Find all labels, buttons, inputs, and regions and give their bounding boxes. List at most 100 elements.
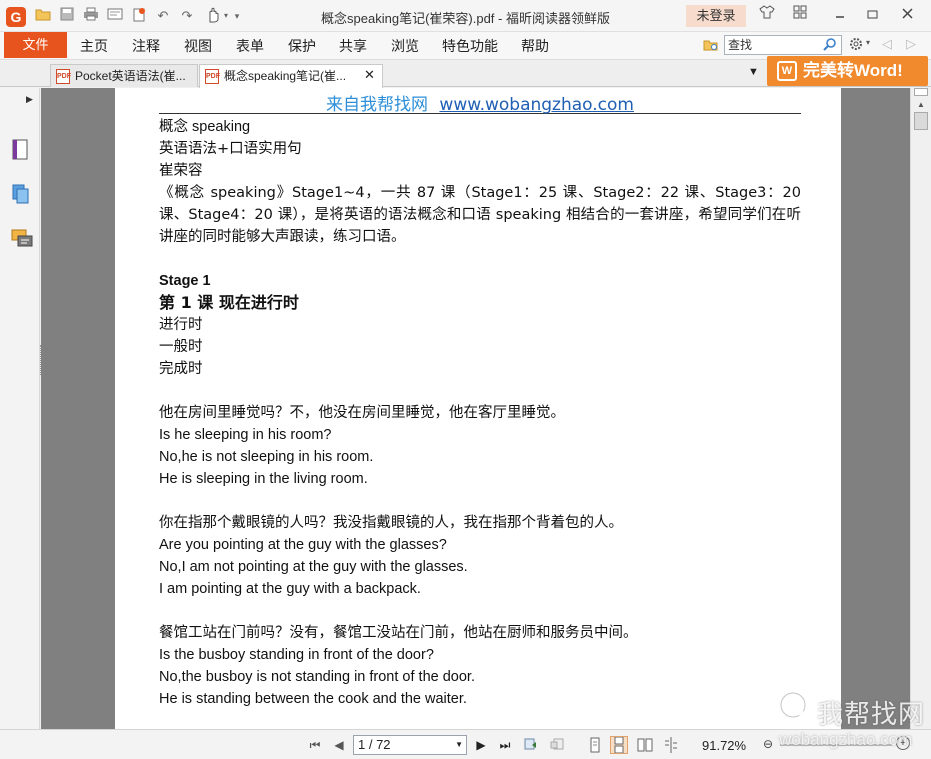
doc-title: 概念 speaking xyxy=(159,119,251,135)
split-handle[interactable] xyxy=(914,88,928,96)
example-chinese: 你在指那个戴眼镜的人吗？我没指戴眼镜的人，我在指那个背着包的人。 xyxy=(159,515,623,531)
folder-search-icon[interactable] xyxy=(703,37,719,53)
example-english: No,he is not sleeping in his room. xyxy=(159,449,374,465)
pdf-file-icon: PDF xyxy=(56,69,71,84)
close-tab-icon[interactable]: ✕ xyxy=(364,67,375,83)
document-viewport[interactable]: 来自我帮找网 www.wobangzhao.com 概念 speaking 英语… xyxy=(41,88,910,729)
doc-author: 崔荣容 xyxy=(159,163,203,179)
tab-list-dropdown-icon[interactable]: ▼ xyxy=(748,66,759,78)
navigation-panel: ▶ xyxy=(0,88,40,759)
convert-label: 完美转Word! xyxy=(803,61,903,80)
status-bar: ⏮ ◀ 1 / 72 ▼ ▶ ⏭ 91.72% ⊖ + xyxy=(0,729,931,759)
convert-to-word-button[interactable]: W 完美转Word! xyxy=(767,56,928,86)
zoom-slider[interactable] xyxy=(780,744,892,746)
facing-view-icon[interactable] xyxy=(636,736,654,754)
page-number-value: 1 / 72 xyxy=(358,737,391,752)
layout-grid-icon[interactable] xyxy=(788,4,812,26)
menu-item-features[interactable]: 特色功能 xyxy=(442,36,498,56)
comments-icon[interactable] xyxy=(11,228,33,252)
title-bar: G ↶ ↷ ▾ ▾ 概念speaking笔记(崔荣容).pdf - 福昕阅读器领… xyxy=(0,0,931,32)
pdf-page: 来自我帮找网 www.wobangzhao.com 概念 speaking 英语… xyxy=(115,88,841,729)
convert-icon: W xyxy=(777,61,797,81)
tab-speaking-notes[interactable]: PDF 概念speaking笔记(崔... xyxy=(199,64,383,88)
continuous-facing-view-icon[interactable] xyxy=(662,736,680,754)
next-view-icon[interactable] xyxy=(548,737,566,753)
previous-view-icon[interactable] xyxy=(522,737,540,753)
pdf-file-icon: PDF xyxy=(205,69,220,84)
first-page-icon[interactable]: ⏮ xyxy=(306,737,324,753)
single-page-view-icon[interactable] xyxy=(586,736,604,754)
layers-icon[interactable] xyxy=(11,183,33,207)
next-page-icon[interactable]: ▶ xyxy=(472,737,490,753)
page-dropdown-icon[interactable]: ▼ xyxy=(455,736,463,754)
login-button[interactable]: 未登录 xyxy=(686,5,746,27)
screen-icon[interactable] xyxy=(106,7,124,25)
tab-label: 概念speaking笔记(崔... xyxy=(224,69,347,83)
quick-access-dropdown-icon[interactable]: ▾ xyxy=(222,7,230,25)
example-english: No,I am not pointing at the guy with the… xyxy=(159,559,468,575)
hand-tool-icon[interactable] xyxy=(204,7,222,25)
previous-page-icon[interactable]: ◀ xyxy=(330,737,348,753)
example-english: He is sleeping in the living room. xyxy=(159,471,368,487)
scroll-thumb[interactable] xyxy=(914,112,928,130)
save-icon[interactable] xyxy=(58,7,76,25)
app-logo[interactable]: G xyxy=(6,7,26,27)
scroll-up-arrow-icon[interactable]: ▲ xyxy=(911,98,931,112)
doc-subtitle: 英语语法+口语实用句 xyxy=(159,141,302,157)
tense-item: 完成时 xyxy=(159,361,203,377)
continuous-view-icon[interactable] xyxy=(610,736,628,754)
example-english: He is standing between the cook and the … xyxy=(159,691,467,707)
print-icon[interactable] xyxy=(82,7,100,25)
tab-pocket-grammar[interactable]: PDF Pocket英语语法(崔... xyxy=(50,64,198,87)
undo-icon[interactable]: ↶ xyxy=(154,7,172,25)
example-english: I am pointing at the guy with a backpack… xyxy=(159,581,421,597)
menu-item-protect[interactable]: 保护 xyxy=(288,36,316,56)
tense-item: 进行时 xyxy=(159,317,203,333)
page-thumbnails-icon[interactable] xyxy=(11,138,33,162)
example-english: Is the busboy standing in front of the d… xyxy=(159,647,434,663)
expand-panel-icon[interactable]: ▶ xyxy=(26,94,33,105)
close-window-button[interactable] xyxy=(895,4,919,26)
menu-item-view[interactable]: 视图 xyxy=(184,36,212,56)
tab-label: Pocket英语语法(崔... xyxy=(75,69,186,83)
search-icon[interactable] xyxy=(823,37,839,53)
menu-item-home[interactable]: 主页 xyxy=(80,36,108,56)
settings-dropdown-icon[interactable]: ▾ xyxy=(866,38,870,47)
menu-item-comment[interactable]: 注释 xyxy=(132,36,160,56)
stage-heading: Stage 1 xyxy=(159,273,211,289)
menu-item-help[interactable]: 帮助 xyxy=(521,36,549,56)
redo-icon[interactable]: ↷ xyxy=(178,7,196,25)
menu-item-form[interactable]: 表单 xyxy=(236,36,264,56)
search-box[interactable] xyxy=(724,35,842,55)
example-chinese: 他在房间里睡觉吗？不，他没在房间里睡觉，他在客厅里睡觉。 xyxy=(159,405,565,421)
forward-arrow-icon[interactable]: ▷ xyxy=(906,36,916,52)
gear-icon[interactable] xyxy=(848,36,866,54)
new-document-icon[interactable] xyxy=(130,7,148,25)
example-chinese: 餐馆工站在门前吗？没有，餐馆工没站在门前，他站在厨师和服务员中间。 xyxy=(159,625,638,641)
last-page-icon[interactable]: ⏭ xyxy=(496,737,514,753)
back-arrow-icon[interactable]: ◁ xyxy=(882,36,892,52)
open-folder-icon[interactable] xyxy=(34,7,52,25)
search-input[interactable] xyxy=(728,38,820,52)
restore-button[interactable] xyxy=(860,4,884,26)
zoom-in-icon[interactable]: + xyxy=(896,736,910,750)
header-site-link[interactable]: www.wobangzhao.com xyxy=(439,95,634,115)
lesson-heading: 第 1 课 现在进行时 xyxy=(159,293,299,312)
page-header: 来自我帮找网 www.wobangzhao.com xyxy=(159,90,801,115)
tense-item: 一般时 xyxy=(159,339,203,355)
zoom-out-icon[interactable]: ⊖ xyxy=(763,737,773,751)
shirt-skin-icon[interactable] xyxy=(755,4,779,26)
vertical-scrollbar[interactable]: ▲ xyxy=(910,88,931,729)
menu-item-share[interactable]: 共享 xyxy=(339,36,367,56)
zoom-level[interactable]: 91.72% xyxy=(702,738,746,753)
page-number-field[interactable]: 1 / 72 ▼ xyxy=(353,735,467,755)
example-english: Are you pointing at the guy with the gla… xyxy=(159,537,447,553)
header-site-name: 来自我帮找网 xyxy=(326,95,429,115)
file-menu[interactable]: 文件 xyxy=(4,32,67,58)
doc-intro-paragraph: 《概念 speaking》Stage1~4，一共 87 课（Stage1：25 … xyxy=(159,185,801,245)
menu-item-browse[interactable]: 浏览 xyxy=(391,36,419,56)
example-english: Is he sleeping in his room? xyxy=(159,427,332,443)
customize-toolbar-icon[interactable]: ▾ xyxy=(232,7,242,25)
page-content: 概念 speaking 英语语法+口语实用句 崔荣容 《概念 speaking》… xyxy=(159,116,801,710)
minimize-button[interactable] xyxy=(828,4,852,26)
